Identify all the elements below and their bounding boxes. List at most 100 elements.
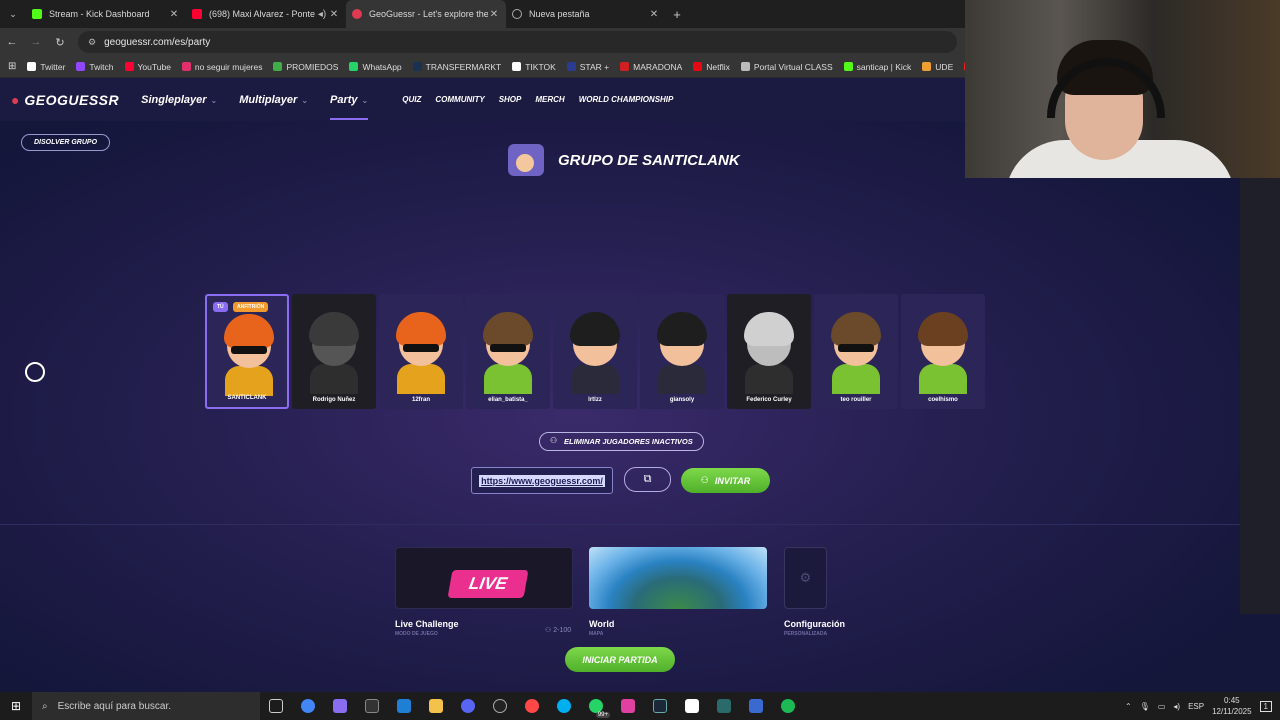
close-icon[interactable]: ✕ <box>648 9 660 20</box>
bookmark-item[interactable]: UDE <box>922 62 953 72</box>
capcut-icon[interactable] <box>676 692 708 720</box>
game-mode-card[interactable]: LIVE Live Challenge MODO DE JUEGO ⚇ 2-10… <box>395 547 573 637</box>
bookmark-item[interactable]: MARADONA <box>620 62 682 72</box>
mic-icon[interactable]: 🎙 <box>1140 702 1150 711</box>
epic-games-icon[interactable] <box>356 692 388 720</box>
outlook-icon[interactable] <box>388 692 420 720</box>
player-card[interactable]: teo rouiller <box>814 294 898 409</box>
nav-quiz[interactable]: QUIZ <box>402 95 421 104</box>
nav-merch[interactable]: MERCH <box>535 95 564 104</box>
windows-start-icon[interactable]: ⊞ <box>0 699 32 713</box>
spotify-icon[interactable] <box>772 692 804 720</box>
bookmark-item[interactable]: PROMIEDOS <box>273 62 338 72</box>
bookmark-item[interactable]: no seguir mujeres <box>181 62 262 72</box>
bookmark-item[interactable]: YouTube <box>124 62 171 72</box>
player-card[interactable]: giansoly <box>640 294 724 409</box>
player-card[interactable]: TÚ ANFITRIÓN SANTICLANK <box>205 294 289 409</box>
tab-geoguessr[interactable]: GeoGuessr - Let's explore the w ✕ <box>346 0 506 28</box>
avatar-body <box>310 364 358 394</box>
tab-list-dropdown[interactable]: ⌄ <box>0 9 26 20</box>
map-card[interactable]: World MAPA <box>589 547 767 637</box>
player-card[interactable]: elian_batista_ <box>466 294 550 409</box>
taskbar-search-input[interactable]: ⌕ Escribe aquí para buscar. <box>32 692 260 720</box>
nav-shop[interactable]: SHOP <box>499 95 522 104</box>
youtube-icon <box>192 9 202 19</box>
add-user-icon: ⚇ <box>700 475 709 485</box>
config-card[interactable]: ⚙ Configuración PERSONALIZADA <box>784 547 845 637</box>
bookmark-item[interactable]: santicap | Kick <box>843 62 911 72</box>
speaker-icon[interactable]: ◂) <box>316 9 328 20</box>
bookmark-item[interactable]: TIKTOK <box>512 62 556 72</box>
new-tab-button[interactable]: + <box>666 7 688 22</box>
nav-world-championship[interactable]: WORLD CHAMPIONSHIP <box>579 95 674 104</box>
copy-icon[interactable]: ⧉ <box>624 467 671 492</box>
system-tray: ⌃ 🎙 ▭ ◂) ESP 0:45 12/11/2025 1 <box>1125 692 1272 720</box>
player-card[interactable]: Federico Curley <box>727 294 811 409</box>
clock[interactable]: 0:45 12/11/2025 <box>1212 695 1251 717</box>
player-card[interactable]: 12fran <box>379 294 463 409</box>
notifications-icon[interactable]: 1 <box>1259 700 1272 712</box>
eliminar-inactivos-button[interactable]: ELIMINAR JUGADORES INACTIVOS <box>539 432 704 451</box>
file-explorer-icon[interactable] <box>420 692 452 720</box>
app-icon[interactable] <box>612 692 644 720</box>
nav-multiplayer[interactable]: Multiplayer ⌄ <box>239 94 308 106</box>
nav-party[interactable]: Party ⌄ <box>330 94 369 120</box>
obs-icon[interactable] <box>484 692 516 720</box>
avatar-hair <box>918 312 968 346</box>
language-indicator[interactable]: ESP <box>1188 702 1204 711</box>
skype-icon[interactable] <box>548 692 580 720</box>
sunglasses <box>490 344 526 352</box>
terminal-icon[interactable] <box>708 692 740 720</box>
avatar-body <box>484 364 532 394</box>
bookmark-item[interactable]: Twitter <box>27 62 65 72</box>
geoguessr-logo[interactable]: ● GEOGUESSR <box>11 92 119 108</box>
close-icon[interactable]: ✕ <box>488 9 500 20</box>
iniciar-partida-button[interactable]: INICIAR PARTIDA <box>565 647 675 672</box>
tab-new[interactable]: Nueva pestaña ✕ <box>506 0 666 28</box>
task-view-icon[interactable] <box>260 692 292 720</box>
url-input[interactable]: ⚙ geoguessr.com/es/party <box>78 31 957 53</box>
site-info-icon[interactable]: ⚙ <box>88 37 96 48</box>
bookmark-favicon-icon <box>620 62 630 71</box>
tab-youtube[interactable]: (698) Maxi Alvarez - Ponte ◂) ✕ <box>186 0 346 28</box>
bookmark-item[interactable]: Netflix <box>693 62 730 72</box>
bookmark-favicon-icon <box>512 62 522 71</box>
disolver-grupo-button[interactable]: DISOLVER GRUPO <box>21 134 111 151</box>
player-card[interactable]: coelhismo <box>901 294 985 409</box>
apps-icon[interactable]: ⊞ <box>8 61 16 72</box>
chevron-up-icon[interactable]: ⌃ <box>1125 702 1132 711</box>
volume-icon[interactable]: ◂) <box>1173 702 1180 711</box>
vpn-icon[interactable] <box>740 692 772 720</box>
player-card[interactable]: lrtlzz <box>553 294 637 409</box>
copilot-icon[interactable] <box>324 692 356 720</box>
bookmark-item[interactable]: STAR + <box>566 62 609 72</box>
close-icon[interactable]: ✕ <box>328 9 340 20</box>
whatsapp-icon[interactable]: 99+ <box>580 692 612 720</box>
discord-icon[interactable] <box>452 692 484 720</box>
gear-icon: ⚙ <box>784 547 827 609</box>
nav-community[interactable]: COMMUNITY <box>435 95 484 104</box>
network-icon[interactable]: ▭ <box>1158 702 1166 711</box>
ea-icon[interactable] <box>516 692 548 720</box>
bookmark-favicon-icon <box>273 62 283 71</box>
chrome-icon[interactable] <box>292 692 324 720</box>
bookmark-item[interactable]: Portal Virtual CLASS <box>740 62 833 72</box>
bookmark-favicon-icon <box>181 62 191 71</box>
invitar-button[interactable]: ⚇ INVITAR <box>681 468 770 493</box>
bookmark-favicon-icon <box>349 62 359 71</box>
forward-icon[interactable]: → <box>24 36 48 48</box>
bookmark-item[interactable]: Twitch <box>76 62 114 72</box>
chat-icon[interactable] <box>25 362 45 382</box>
nav-singleplayer[interactable]: Singleplayer ⌄ <box>141 94 217 106</box>
invite-url-field[interactable]: https://www.geoguessr.com/ <box>471 467 613 494</box>
tab-kick-dashboard[interactable]: Stream - Kick Dashboard ✕ <box>26 0 186 28</box>
bookmark-item[interactable]: TRANSFERMARKT <box>412 62 501 72</box>
bookmark-item[interactable]: WhatsApp <box>349 62 402 72</box>
player-name: Federico Curley <box>746 397 792 403</box>
close-icon[interactable]: ✕ <box>168 9 180 20</box>
player-card[interactable]: Rodrigo Nuñez <box>292 294 376 409</box>
steam-icon[interactable] <box>644 692 676 720</box>
sunglasses <box>403 344 439 352</box>
back-icon[interactable]: ← <box>0 36 24 48</box>
reload-icon[interactable]: ↻ <box>48 36 72 49</box>
